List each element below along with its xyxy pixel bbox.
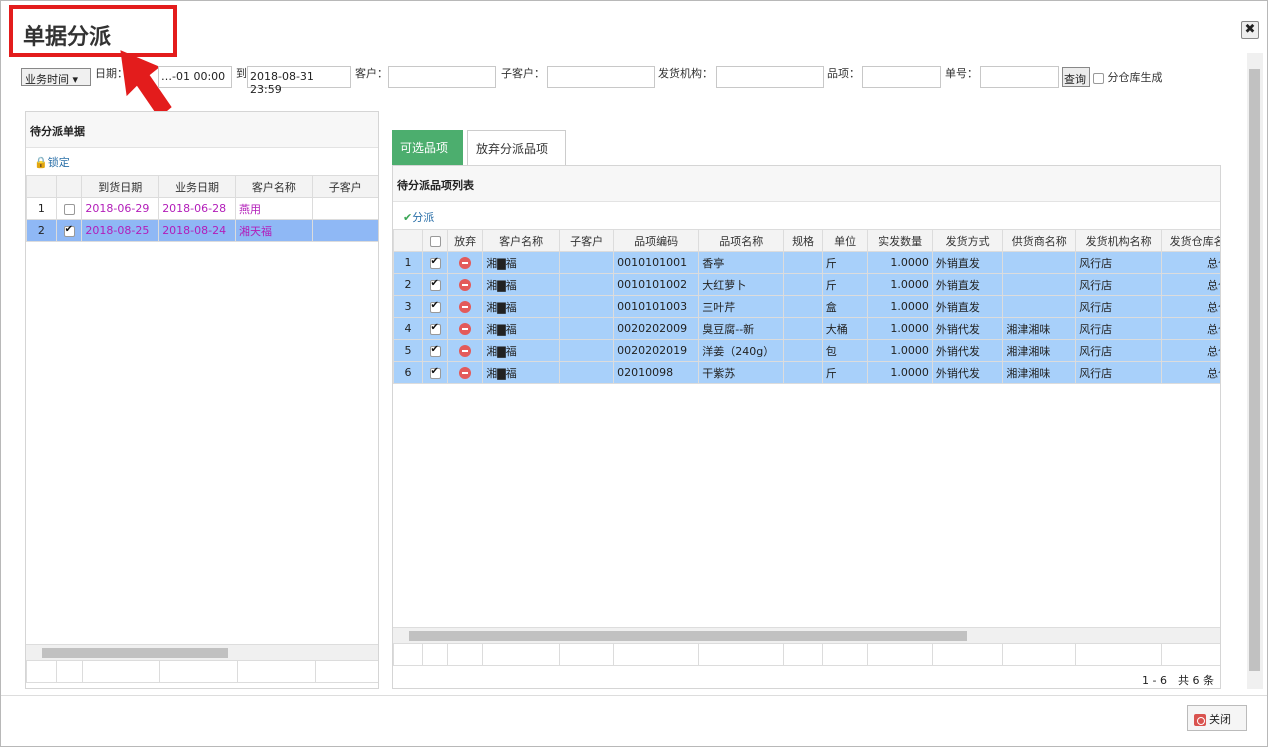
abandon-icon[interactable] bbox=[459, 345, 472, 357]
tab-abandoned-items[interactable]: 放弃分派品项 bbox=[467, 130, 566, 165]
row-checkbox[interactable] bbox=[63, 203, 75, 215]
table-row[interactable]: 2 2018-08-25 2018-08-24 湘天福 WX bbox=[26, 219, 378, 242]
col-customer[interactable]: 客户名称 bbox=[234, 175, 313, 198]
time-type-select[interactable]: 业务时间 ▾ bbox=[21, 68, 91, 86]
item-input[interactable] bbox=[862, 66, 941, 88]
row-checkbox[interactable] bbox=[429, 256, 441, 269]
table-row[interactable]: 1湘▇福0010101001香亭斤1.0000外销直发风行店总仓 bbox=[393, 251, 1220, 274]
select-all-checkbox[interactable] bbox=[429, 235, 441, 247]
date-from-input[interactable]: …-01 00:00 bbox=[158, 66, 232, 88]
pending-items-title: 待分派品项列表 bbox=[393, 166, 1220, 202]
row-checkbox[interactable] bbox=[429, 278, 441, 291]
row-checkbox[interactable] bbox=[429, 300, 441, 313]
customer-input[interactable] bbox=[388, 66, 496, 88]
left-footer-row bbox=[26, 660, 378, 683]
warehouse-label: 分仓库生成 bbox=[1107, 71, 1163, 84]
warehouse-checkbox[interactable] bbox=[1093, 72, 1104, 84]
query-button[interactable]: 查询 bbox=[1062, 67, 1090, 87]
order-input[interactable] bbox=[980, 66, 1059, 88]
pending-items-panel: 待分派品项列表 ✔分派 放弃 客户名称 子客户 品项编码 品项名称 规格 单位 … bbox=[392, 165, 1221, 689]
pending-items-table: 放弃 客户名称 子客户 品项编码 品项名称 规格 单位 实发数量 发货方式 供货… bbox=[393, 229, 1220, 384]
date-to-input[interactable]: 2018-08-31 23:59 bbox=[247, 66, 351, 96]
date-label: 日期： bbox=[95, 67, 128, 80]
order-label: 单号： bbox=[945, 67, 978, 80]
row-checkbox[interactable] bbox=[63, 224, 75, 237]
col-biz-date[interactable]: 业务日期 bbox=[158, 175, 236, 198]
col-arrive-date[interactable]: 到货日期 bbox=[81, 175, 160, 198]
close-icon[interactable]: ✖ bbox=[1241, 21, 1259, 39]
right-footer-row bbox=[393, 643, 1220, 666]
lock-button[interactable]: 🔒锁定 bbox=[34, 154, 70, 170]
table-row[interactable]: 6湘▇福02010098干紫苏斤1.0000外销代发湘津湘味风行店总仓 bbox=[393, 361, 1220, 384]
row-checkbox[interactable] bbox=[429, 344, 441, 357]
tab-selectable-items[interactable]: 可选品项 bbox=[392, 130, 463, 165]
close-icon bbox=[1194, 714, 1206, 726]
abandon-icon[interactable] bbox=[459, 301, 472, 313]
table-row[interactable]: 1 2018-06-29 2018-06-28 燕用 WX bbox=[26, 197, 378, 220]
customer-label: 客户： bbox=[355, 67, 388, 80]
warehouse-option[interactable]: 分仓库生成 bbox=[1093, 69, 1163, 85]
right-hscrollbar[interactable] bbox=[393, 627, 1220, 643]
abandon-icon[interactable] bbox=[459, 323, 472, 335]
item-label: 品项： bbox=[827, 67, 860, 80]
abandon-icon[interactable] bbox=[459, 367, 472, 379]
row-checkbox[interactable] bbox=[429, 322, 441, 335]
dispatch-dialog: 单据分派 ✖ 业务时间 ▾ 日期： …-01 00:00 到 2018-08-3… bbox=[0, 0, 1268, 747]
dialog-vscrollbar[interactable] bbox=[1247, 53, 1263, 689]
table-row[interactable]: 4湘▇福0020202009臭豆腐--新大桶1.0000外销代发湘津湘味风行店总… bbox=[393, 317, 1220, 340]
table-header: 到货日期 业务日期 客户名称 子客户 bbox=[26, 175, 378, 198]
subcustomer-input[interactable] bbox=[547, 66, 655, 88]
left-hscrollbar[interactable] bbox=[26, 644, 378, 660]
table-row[interactable]: 2湘▇福0010101002大红萝卜斤1.0000外销直发风行店总仓 bbox=[393, 273, 1220, 296]
pending-orders-table: 到货日期 业务日期 客户名称 子客户 1 2018-06-29 2018-06-… bbox=[26, 175, 378, 242]
abandon-icon[interactable] bbox=[459, 257, 472, 269]
pager-info: 1 - 6 共 6 条 bbox=[1142, 674, 1214, 687]
table-header: 放弃 客户名称 子客户 品项编码 品项名称 规格 单位 实发数量 发货方式 供货… bbox=[393, 229, 1220, 252]
row-checkbox[interactable] bbox=[429, 366, 441, 379]
pending-orders-title: 待分派单据 bbox=[26, 112, 378, 148]
org-input[interactable] bbox=[716, 66, 824, 88]
abandon-icon[interactable] bbox=[459, 279, 472, 291]
check-circle-icon: ✔ bbox=[403, 211, 413, 224]
to-label: 到 bbox=[236, 67, 247, 80]
table-row[interactable]: 3湘▇福0010101003三叶芹盒1.0000外销直发风行店总仓 bbox=[393, 295, 1220, 318]
org-label: 发货机构： bbox=[658, 67, 713, 80]
col-subcustomer[interactable]: 子客户 bbox=[311, 175, 378, 198]
close-button[interactable]: 关闭 bbox=[1187, 705, 1247, 731]
lock-icon: 🔒 bbox=[34, 156, 48, 169]
pending-orders-panel: 待分派单据 🔒锁定 到货日期 业务日期 客户名称 子客户 1 2018-06-2… bbox=[25, 111, 379, 689]
dispatch-button[interactable]: ✔分派 bbox=[403, 209, 434, 225]
subcustomer-label: 子客户： bbox=[501, 67, 545, 80]
table-row[interactable]: 5湘▇福0020202019洋姜（240g）包1.0000外销代发湘津湘味风行店… bbox=[393, 339, 1220, 362]
